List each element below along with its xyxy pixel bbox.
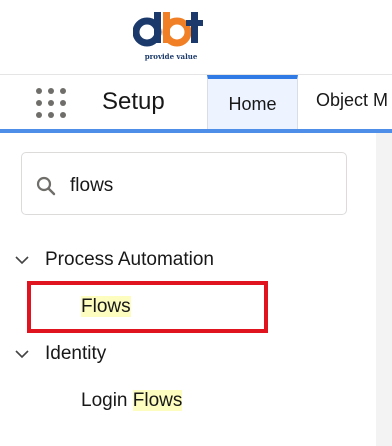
grid-icon[interactable] (34, 86, 70, 122)
app-name: Setup (102, 88, 165, 115)
tab-home[interactable]: Home (207, 75, 298, 129)
tree-heading-process-automation[interactable]: Process Automation (45, 249, 214, 271)
match-highlight: Flows (132, 390, 183, 411)
tab-home-label: Home (228, 94, 277, 114)
quick-find-input[interactable] (70, 172, 330, 200)
search-icon (36, 176, 56, 196)
chevron-down-icon[interactable] (15, 349, 29, 359)
highlight-box (27, 281, 268, 333)
tree-item-prefix: Login (81, 390, 133, 411)
logo-tagline: provide value (144, 52, 198, 61)
chevron-down-icon[interactable] (15, 255, 29, 265)
tab-object-manager[interactable]: Object M (316, 90, 388, 111)
tree-heading-identity[interactable]: Identity (45, 343, 106, 365)
logo-header: provide value (0, 0, 392, 75)
tree-item-login-flows[interactable]: Login Flows (81, 390, 183, 412)
content-area-edge (376, 133, 392, 446)
